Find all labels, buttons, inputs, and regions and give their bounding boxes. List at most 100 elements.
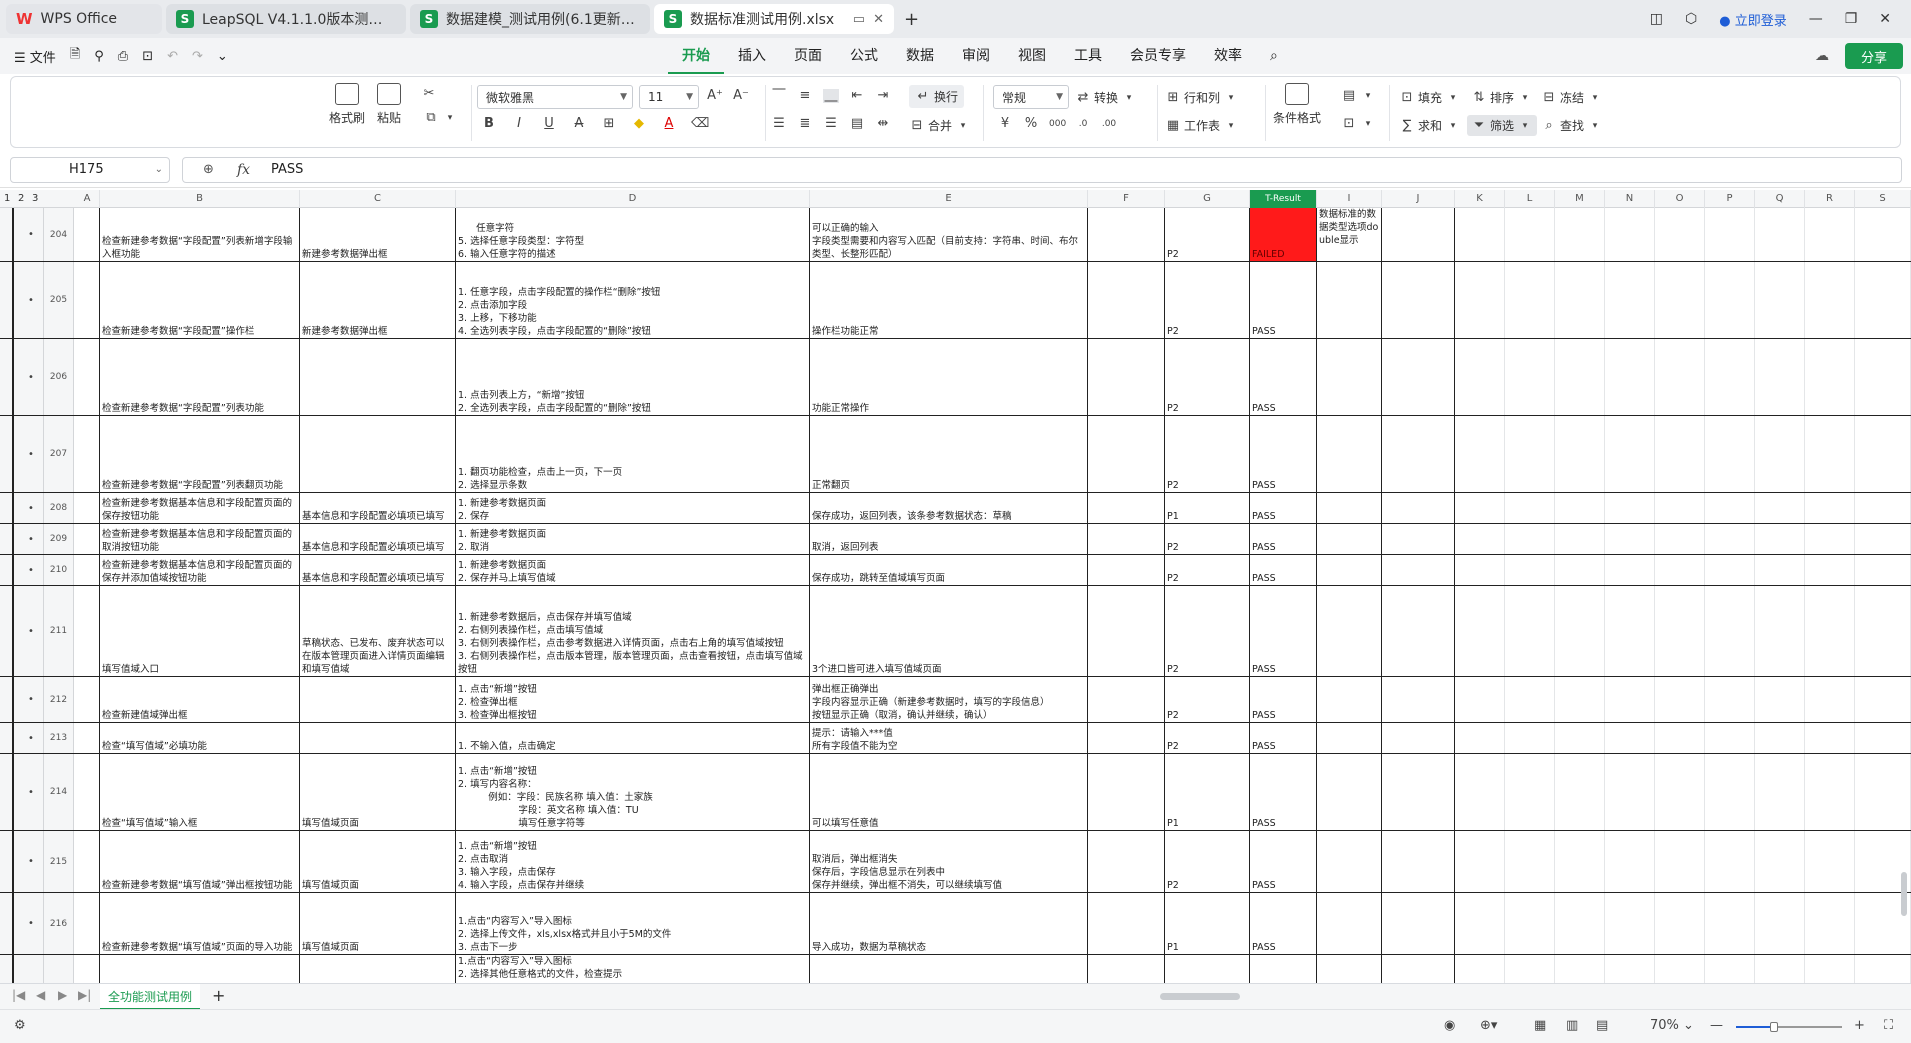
- table-cell-g[interactable]: P2: [1165, 262, 1250, 338]
- row-col-button[interactable]: ⊞ 行和列 ▾: [1165, 89, 1239, 106]
- table-cell-d[interactable]: 1. 新建参考数据页面 2. 取消: [456, 524, 810, 554]
- align-right-icon[interactable]: ☰: [823, 117, 839, 131]
- tab-wps-office[interactable]: W WPS Office: [6, 4, 162, 34]
- row-header[interactable]: 213: [44, 723, 74, 753]
- ribbon-tab[interactable]: 数据: [892, 38, 948, 74]
- table-cell[interactable]: [1505, 723, 1555, 753]
- table-cell[interactable]: [1088, 677, 1165, 722]
- table-cell-e[interactable]: 3个进口皆可进入填写值域页面: [810, 586, 1088, 676]
- outline-level-2[interactable]: 2: [18, 193, 24, 204]
- menu-file-button[interactable]: ☰ 文件: [14, 47, 56, 66]
- table-cell-i[interactable]: [1317, 723, 1382, 753]
- table-cell[interactable]: [1555, 416, 1605, 492]
- table-cell-i[interactable]: [1317, 339, 1382, 415]
- table-cell-e[interactable]: 取消后，弹出框消失 保存后，字段信息显示在列表中 保存并继续，弹出框不消失，可以…: [810, 831, 1088, 892]
- row-header[interactable]: 212: [44, 677, 74, 722]
- table-cell-c[interactable]: 填写值域页面: [300, 831, 456, 892]
- add-sheet-button[interactable]: +: [212, 986, 225, 1005]
- table-cell[interactable]: [1855, 586, 1911, 676]
- table-cell-b[interactable]: 检查新建参考数据“字段配置”操作栏: [100, 262, 300, 338]
- table-cell-c[interactable]: [300, 677, 456, 722]
- table-cell-e[interactable]: 提示：请输入***值 所有字段值不能为空: [810, 723, 1088, 753]
- table-cell-g[interactable]: P2: [1165, 555, 1250, 585]
- table-cell[interactable]: [1705, 831, 1755, 892]
- table-cell[interactable]: [1605, 339, 1655, 415]
- table-cell[interactable]: [1088, 208, 1165, 261]
- page-break-icon[interactable]: ▤: [1596, 1018, 1608, 1033]
- table-cell[interactable]: [1505, 262, 1555, 338]
- align-bottom-icon[interactable]: ⎽: [823, 89, 839, 103]
- italic-icon[interactable]: I: [511, 117, 527, 131]
- outline-dot-icon[interactable]: •: [28, 856, 34, 867]
- ribbon-tab[interactable]: 会员专享: [1116, 38, 1200, 74]
- table-cell-e[interactable]: 弹出框正确弹出 字段内容显示正确（新建参考数据时，填写的字段信息） 按钮显示正确…: [810, 677, 1088, 722]
- table-cell-g[interactable]: P1: [1165, 754, 1250, 830]
- table-cell[interactable]: [1505, 677, 1555, 722]
- filter-button[interactable]: ⏷ 筛选 ▾: [1467, 115, 1538, 136]
- table-cell[interactable]: [1455, 955, 1505, 983]
- table-cell[interactable]: [1455, 416, 1505, 492]
- table-cell[interactable]: [1555, 723, 1605, 753]
- currency-icon[interactable]: ¥: [997, 117, 1013, 131]
- column-header[interactable]: A: [75, 190, 100, 208]
- align-center-icon[interactable]: ≣: [797, 117, 813, 131]
- table-cell[interactable]: [1755, 555, 1805, 585]
- column-header[interactable]: M: [1555, 190, 1605, 208]
- table-cell-b[interactable]: 检查“填写值域”输入框: [100, 754, 300, 830]
- table-cell[interactable]: [1088, 831, 1165, 892]
- distributed-icon[interactable]: ⇹: [875, 117, 891, 131]
- table-cell-h[interactable]: PASS: [1250, 262, 1317, 338]
- cube-icon[interactable]: ⬡: [1685, 11, 1697, 27]
- name-box[interactable]: H175 ⌄: [10, 157, 170, 183]
- table-cell[interactable]: [1705, 524, 1755, 554]
- styles-icon[interactable]: ▤ ▾: [1341, 89, 1376, 103]
- indent-decrease-icon[interactable]: ⇤: [849, 89, 865, 103]
- table-cell[interactable]: [1555, 208, 1605, 261]
- table-cell-i[interactable]: [1317, 754, 1382, 830]
- align-top-icon[interactable]: ⎺: [771, 89, 787, 103]
- table-cell[interactable]: [1382, 677, 1455, 722]
- table-cell[interactable]: [1655, 262, 1705, 338]
- table-cell-g[interactable]: P1: [1165, 893, 1250, 954]
- table-cell[interactable]: [1855, 955, 1911, 983]
- table-cell[interactable]: [1705, 493, 1755, 523]
- table-cell[interactable]: [1382, 893, 1455, 954]
- outline-level-1[interactable]: 1: [4, 193, 10, 204]
- table-cell[interactable]: [1805, 586, 1855, 676]
- table-cell[interactable]: [1382, 524, 1455, 554]
- table-cell[interactable]: [1455, 262, 1505, 338]
- outline-dot-icon[interactable]: •: [28, 534, 34, 545]
- table-cell[interactable]: [1605, 208, 1655, 261]
- table-cell[interactable]: [75, 262, 100, 338]
- table-cell[interactable]: [1705, 555, 1755, 585]
- format-painter-button[interactable]: 格式刷: [329, 83, 365, 126]
- table-cell[interactable]: [75, 677, 100, 722]
- table-cell-d[interactable]: 1.点击“内容写入”导入图标 2. 选择其他任意格式的文件，检查提示: [456, 955, 810, 983]
- table-cell[interactable]: [1605, 754, 1655, 830]
- table-cell-i[interactable]: [1317, 555, 1382, 585]
- table-cell[interactable]: [1555, 555, 1605, 585]
- table-cell[interactable]: [1605, 831, 1655, 892]
- table-cell[interactable]: [1805, 555, 1855, 585]
- share-button[interactable]: 分享: [1845, 43, 1903, 69]
- column-header[interactable]: T-Result: [1250, 190, 1317, 208]
- column-header[interactable]: G: [1165, 190, 1250, 208]
- outline-dot-icon[interactable]: •: [28, 449, 34, 460]
- table-cell[interactable]: [1655, 416, 1705, 492]
- page-layout-icon[interactable]: ▥: [1566, 1018, 1578, 1033]
- copy-icon[interactable]: ⧉ ▾: [423, 111, 458, 125]
- table-cell[interactable]: [1455, 555, 1505, 585]
- first-sheet-icon[interactable]: |◀: [12, 988, 25, 1002]
- table-cell[interactable]: [1382, 586, 1455, 676]
- table-cell-d[interactable]: 1. 点击“新增”按钮 2. 填写内容名称： 例如：字段：民族名称 填入值：土家…: [456, 754, 810, 830]
- column-header[interactable]: E: [810, 190, 1088, 208]
- table-cell-h[interactable]: PASS: [1250, 723, 1317, 753]
- table-cell-h[interactable]: PASS: [1250, 754, 1317, 830]
- table-cell[interactable]: [1805, 893, 1855, 954]
- merge-button[interactable]: ⊟ 合并 ▾: [909, 117, 971, 134]
- table-cell[interactable]: [1805, 831, 1855, 892]
- column-header[interactable]: I: [1317, 190, 1382, 208]
- eye-protection-icon[interactable]: ◉: [1444, 1018, 1455, 1033]
- table-cell-i[interactable]: [1317, 586, 1382, 676]
- table-cell[interactable]: [1805, 493, 1855, 523]
